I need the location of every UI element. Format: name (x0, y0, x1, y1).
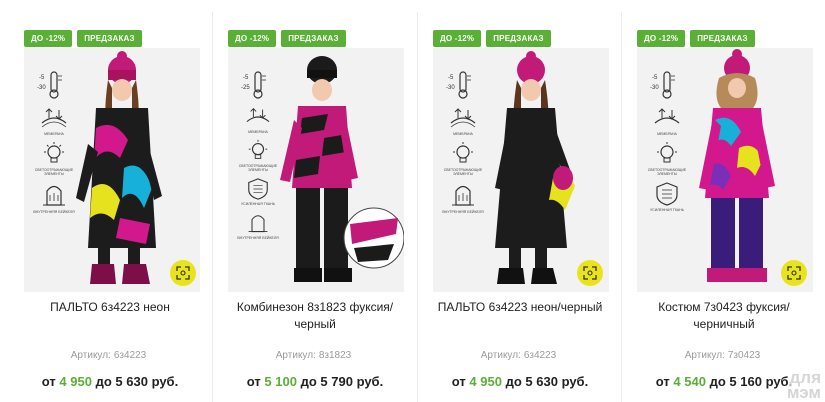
product-image[interactable]: -5 -30 МЕМБРАНА СВЕТООТРАЖАЮЩИЕ ЭЛЕМЕНТЫ… (24, 48, 200, 292)
price-to: до (95, 374, 112, 389)
price-to: до (300, 374, 317, 389)
badge-group: ДО -12% ПРЕДЗАКАЗ (433, 30, 551, 47)
discount-badge: ДО -12% (637, 30, 686, 47)
product-title[interactable]: ПАЛЬТО 6з4223 неон (16, 299, 204, 316)
product-image[interactable]: -5 -25 МЕМБРАНА СВЕТООТРАЖАЮЩИЕ ЭЛЕМЕНТЫ… (228, 48, 404, 292)
preorder-badge: ПРЕДЗАКАЗ (77, 30, 142, 47)
product-image[interactable]: -5 -30 МЕМБРАНА СВЕТООТРАЖАЮЩИЕ ЭЛЕМЕНТЫ… (433, 48, 609, 292)
sku-label: Артикул: (70, 350, 111, 361)
expand-icon (176, 266, 190, 280)
badge-group: ДО -12% ПРЕДЗАКАЗ (24, 30, 142, 47)
expand-icon (583, 266, 597, 280)
discount-badge: ДО -12% (228, 30, 277, 47)
price-max: 5 160 (729, 374, 762, 389)
zoom-button[interactable] (781, 260, 807, 286)
child-figure (280, 56, 404, 282)
sku-value: 8з1823 (318, 350, 352, 361)
watermark-line2: мэм (786, 383, 821, 402)
discount-badge: ДО -12% (433, 30, 482, 47)
price-to: до (709, 374, 726, 389)
zoom-button[interactable] (170, 260, 196, 286)
product-title[interactable]: ПАЛЬТО 6з4223 неон/черный (426, 299, 614, 316)
product-price: от 5 100 до 5 790 руб. (213, 374, 417, 389)
badge-group: ДО -12% ПРЕДЗАКАЗ (228, 30, 346, 47)
currency: руб. (151, 374, 179, 389)
product-price: от 4 950 до 5 630 руб. (8, 374, 212, 389)
product-sku: Артикул: 8з1823 (213, 350, 417, 361)
product-sku: Артикул: 6з4223 (418, 350, 622, 361)
preorder-badge: ПРЕДЗАКАЗ (281, 30, 346, 47)
discount-badge: ДО -12% (24, 30, 73, 47)
expand-icon (787, 266, 801, 280)
zoom-button[interactable] (577, 260, 603, 286)
currency: руб. (561, 374, 589, 389)
badge-group: ДО -12% ПРЕДЗАКАЗ (637, 30, 755, 47)
product-sku: Артикул: 6з4223 (8, 350, 212, 361)
product-card[interactable]: -5 -30 МЕМБРАНА СВЕТООТРАЖАЮЩИЕ ЭЛЕМЕНТЫ… (621, 12, 825, 402)
price-max: 5 630 (115, 374, 148, 389)
product-image[interactable]: -5 -30 МЕМБРАНА СВЕТООТРАЖАЮЩИЕ ЭЛЕМЕНТЫ… (637, 48, 813, 292)
sku-value: 6з4223 (113, 350, 147, 361)
product-card[interactable]: -5 -25 МЕМБРАНА СВЕТООТРАЖАЮЩИЕ ЭЛЕМЕНТЫ… (212, 12, 416, 402)
currency: руб. (356, 374, 384, 389)
price-max: 5 790 (320, 374, 353, 389)
sku-value: 6з4223 (523, 350, 557, 361)
preorder-badge: ПРЕДЗАКАЗ (690, 30, 755, 47)
product-price: от 4 950 до 5 630 руб. (418, 374, 622, 389)
sku-label: Артикул: (480, 350, 521, 361)
watermark: для мэм (786, 369, 821, 402)
child-figure (495, 51, 575, 284)
child-figure (699, 49, 775, 282)
price-from: от (451, 374, 466, 389)
price-min: 4 950 (59, 374, 92, 389)
product-title[interactable]: Комбинезон 8з1823 фуксия/черный (221, 299, 409, 333)
sku-label: Артикул: (684, 350, 725, 361)
sku-value: 7з0423 (727, 350, 761, 361)
price-to: до (505, 374, 522, 389)
price-min: 4 950 (469, 374, 502, 389)
price-from: от (246, 374, 261, 389)
price-from: от (41, 374, 56, 389)
product-title[interactable]: Костюм 7з0423 фуксия/черничный (630, 299, 818, 333)
price-min: 5 100 (264, 374, 297, 389)
product-grid: -5 -30 МЕМБРАНА СВЕТООТРАЖАЮЩИЕ ЭЛЕМЕНТЫ… (0, 0, 825, 402)
child-figure (76, 51, 162, 284)
preorder-badge: ПРЕДЗАКАЗ (486, 30, 551, 47)
price-max: 5 630 (525, 374, 558, 389)
price-from: от (655, 374, 670, 389)
product-card[interactable]: -5 -30 МЕМБРАНА СВЕТООТРАЖАЮЩИЕ ЭЛЕМЕНТЫ… (417, 12, 621, 402)
sku-label: Артикул: (275, 350, 316, 361)
product-sku: Артикул: 7з0423 (622, 350, 825, 361)
product-card[interactable]: -5 -30 МЕМБРАНА СВЕТООТРАЖАЮЩИЕ ЭЛЕМЕНТЫ… (8, 12, 212, 402)
price-min: 4 540 (673, 374, 706, 389)
